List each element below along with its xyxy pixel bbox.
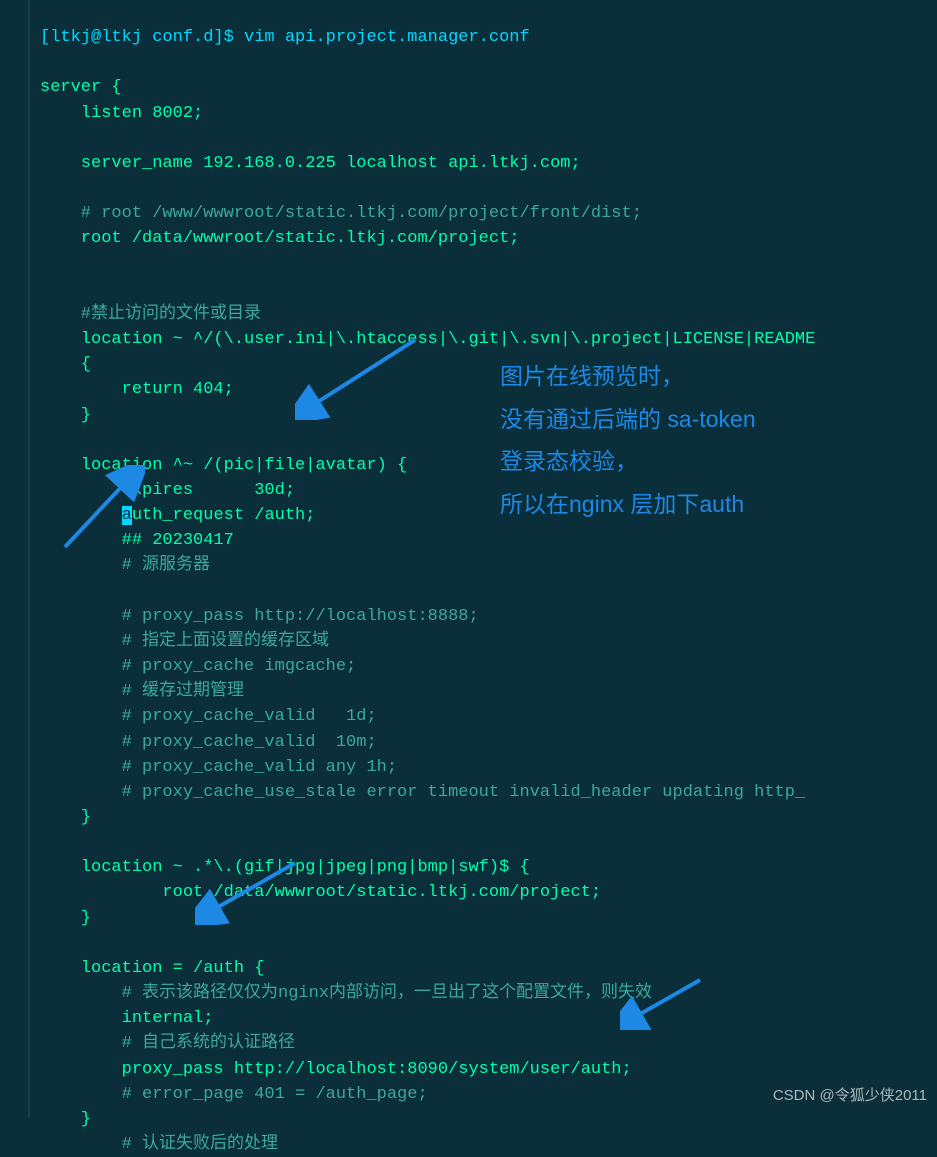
comment-line: # proxy_cache_valid any 1h; — [40, 758, 397, 777]
code-line: server { — [40, 78, 122, 97]
comment-line: # proxy_cache_valid 10m; — [40, 733, 377, 752]
comment-line: # root /www/wwwroot/static.ltkj.com/proj… — [40, 204, 642, 223]
comment-line: # 缓存过期管理 — [40, 682, 244, 701]
proxy-pass-line: proxy_pass http://localhost:8090/system/… — [40, 1060, 632, 1079]
code-line: internal; — [40, 1009, 213, 1028]
comment-line: # proxy_cache_valid 1d; — [40, 707, 377, 726]
watermark-text: CSDN @令狐少侠2011 — [773, 1085, 927, 1107]
code-line: location = /auth { — [40, 959, 264, 978]
annotation-line: 图片在线预览时， — [500, 355, 920, 398]
code-line: root /data/wwwroot/static.ltkj.com/proje… — [40, 229, 519, 248]
comment-line: # 源服务器 — [40, 556, 210, 575]
annotation-line: 登录态校验， — [500, 440, 920, 483]
code-line: listen 8002; — [40, 104, 203, 123]
code-line: root /data/wwwroot/static.ltkj.com/proje… — [40, 883, 601, 902]
annotation-line: 所以在nginx 层加下auth — [500, 483, 920, 526]
code-line: expires 30d; — [40, 481, 295, 500]
code-line: location ~ ^/(\.user.ini|\.htaccess|\.gi… — [40, 330, 815, 349]
comment-line: # 表示该路径仅仅为nginx内部访问，一旦出了这个配置文件，则失效 — [40, 984, 652, 1003]
code-line: } — [40, 1110, 91, 1129]
annotation-text: 图片在线预览时， 没有通过后端的 sa-token 登录态校验， 所以在ngin… — [500, 355, 920, 525]
comment-line: # 认证失败后的处理 — [40, 1135, 278, 1154]
code-line: } — [40, 406, 91, 425]
comment-line: # 自己系统的认证路径 — [40, 1034, 295, 1053]
code-line: } — [40, 909, 91, 928]
code-line: server_name 192.168.0.225 localhost api.… — [40, 154, 581, 173]
comment-line: # proxy_pass http://localhost:8888; — [40, 607, 479, 626]
comment-line: # error_page 401 = /auth_page; — [40, 1085, 428, 1104]
comment-line: # proxy_cache imgcache; — [40, 657, 356, 676]
code-line: { — [40, 355, 91, 374]
comment-line: # proxy_cache_use_stale error timeout in… — [40, 783, 805, 802]
terminal-output: [ltkj@ltkj conf.d]$ vim api.project.mana… — [0, 0, 937, 1157]
code-line: } — [40, 808, 91, 827]
comment-line: #禁止访问的文件或目录 — [40, 305, 261, 324]
auth-request-line: auth_request /auth; — [40, 506, 315, 525]
code-line: return 404; — [40, 380, 234, 399]
annotation-line: 没有通过后端的 sa-token — [500, 398, 920, 441]
comment-line: # 指定上面设置的缓存区域 — [40, 632, 329, 651]
code-line: location ^~ /(pic|file|avatar) { — [40, 456, 407, 475]
code-line: location ~ .*\.(gif|jpg|jpeg|png|bmp|swf… — [40, 858, 530, 877]
shell-prompt: [ltkj@ltkj conf.d]$ vim api.project.mana… — [40, 28, 530, 47]
code-line: ## 20230417 — [40, 531, 234, 550]
cursor-position: a — [122, 506, 132, 525]
